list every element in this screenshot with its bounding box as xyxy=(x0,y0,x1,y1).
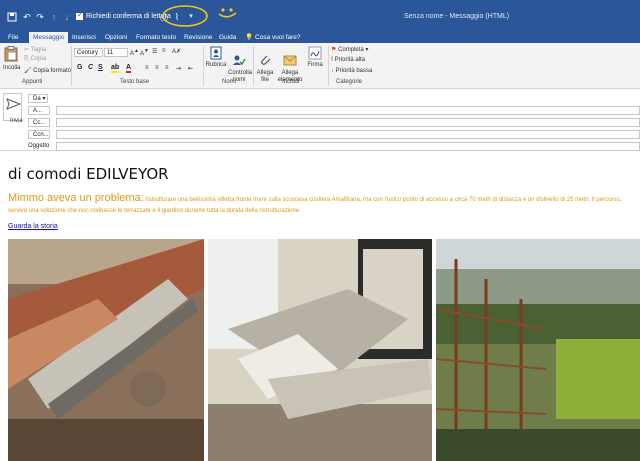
customize-toolbar-icon[interactable]: ▾ xyxy=(186,12,196,22)
group-clipboard-label: Appunti xyxy=(22,79,43,85)
paste-label[interactable]: Incolla xyxy=(3,65,20,71)
follow-up-button[interactable]: ⚑ Completa ▾ xyxy=(331,46,368,53)
brush-icon: 🖌 xyxy=(24,68,32,74)
copy-button[interactable]: ⎘ Copia xyxy=(24,56,46,63)
to-button[interactable]: A... xyxy=(28,106,50,115)
divider xyxy=(253,46,254,86)
redo-icon[interactable]: ↷ xyxy=(35,12,45,22)
align-right-icon[interactable]: ≡ xyxy=(165,65,169,71)
bcc-button[interactable]: Ccn... xyxy=(28,130,50,139)
font-name-dropdown[interactable]: Century xyxy=(74,48,103,57)
bold-button[interactable]: G xyxy=(77,64,82,71)
high-priority-icon: ! xyxy=(331,57,333,63)
scissors-icon: ✂ xyxy=(24,47,30,53)
cc-field[interactable] xyxy=(56,118,640,127)
brand-heading: di comodi EDILVEYOR xyxy=(8,165,169,183)
paste-button[interactable] xyxy=(2,46,20,64)
low-priority-button[interactable]: ↓ Priorità bassa xyxy=(331,68,372,74)
handwritten-smiley-icon xyxy=(218,8,237,18)
numbering-icon[interactable]: ≡ xyxy=(162,48,166,54)
outdent-icon[interactable]: ⇤ xyxy=(188,65,193,72)
save-icon[interactable] xyxy=(7,12,17,22)
signature-button[interactable]: Firma xyxy=(306,46,324,68)
bullets-icon[interactable]: ☰ xyxy=(152,48,157,55)
subject-field[interactable] xyxy=(56,142,640,151)
format-painter-button[interactable]: 🖌 Copia formato xyxy=(24,67,71,74)
lead-strong: Mimmo aveva un problema: xyxy=(8,192,144,204)
send-icon xyxy=(6,98,22,110)
tab-insert[interactable]: Inserisci xyxy=(72,32,96,43)
group-names-label: Nomi xyxy=(222,79,237,85)
send-button[interactable]: Invia xyxy=(3,93,23,124)
address-book-button[interactable]: Rubrica xyxy=(205,46,227,68)
photo-rubble-stairs xyxy=(8,239,204,461)
tab-review[interactable]: Revisione xyxy=(184,32,213,43)
lightbulb-icon: 💡 xyxy=(245,34,254,41)
message-headers: Invia Da ▾ A... Cc... Ccn... Oggetto xyxy=(0,89,640,151)
align-left-icon[interactable]: ≡ xyxy=(145,65,149,71)
grow-font-icon[interactable]: A▲ xyxy=(130,48,139,57)
clipboard-icon xyxy=(4,46,18,62)
down-arrow-icon[interactable]: ↓ xyxy=(62,12,72,22)
signature-icon xyxy=(308,46,322,60)
font-size-dropdown[interactable]: 11 xyxy=(104,48,128,57)
font-color-icon[interactable]: A xyxy=(126,64,132,73)
shrink-font-icon[interactable]: A▼ xyxy=(140,48,149,57)
attach-icon[interactable]: ⎙ xyxy=(159,12,169,22)
tell-me-search[interactable]: Cosa vuoi fare? xyxy=(255,32,301,43)
ribbon: Incolla ✂ Taglia ⎘ Copia 🖌 Copia formato… xyxy=(0,43,640,89)
lead-paragraph: Mimmo aveva un problema: ristrutturare u… xyxy=(8,193,640,217)
window-title: Senza nome - Messaggio (HTML) xyxy=(404,13,510,20)
bcc-field[interactable] xyxy=(56,130,640,139)
from-button[interactable]: Da ▾ xyxy=(28,94,48,103)
subject-label: Oggetto xyxy=(28,143,50,149)
attach-file-button[interactable]: Allega file xyxy=(256,46,274,91)
group-include-label: Includi xyxy=(282,79,300,85)
message-body[interactable]: di comodi EDILVEYOR Mimmo aveva un probl… xyxy=(0,151,640,461)
tab-file[interactable]: File xyxy=(8,32,18,43)
group-tags-label: Categorie xyxy=(336,79,363,85)
title-bar: ↶ ↷ ↑ ↓ Richiedi conferma di lettura ⎙ ⌇… xyxy=(0,0,640,31)
copy-icon: ⎘ xyxy=(24,56,29,62)
tab-help[interactable]: Guida xyxy=(219,32,236,43)
low-priority-icon: ↓ xyxy=(331,68,334,74)
group-basic-text-label: Testo base xyxy=(120,79,150,85)
envelope-icon xyxy=(283,55,297,66)
align-center-icon[interactable]: ≡ xyxy=(155,65,159,71)
tab-format-text[interactable]: Formato testo xyxy=(136,32,176,43)
highlight-icon[interactable]: ab xyxy=(111,64,120,73)
tab-options[interactable]: Opzioni xyxy=(105,32,127,43)
paperclip-icon xyxy=(261,55,271,65)
divider xyxy=(203,46,204,86)
italic-button[interactable]: C xyxy=(88,64,93,71)
paperclip-icon[interactable]: ⌇ xyxy=(172,12,182,22)
ribbon-tabs: File Messaggio Inserisci Opzioni Formato… xyxy=(0,31,640,43)
photo-garden-scaffolding xyxy=(436,239,640,461)
cut-button[interactable]: ✂ Taglia xyxy=(24,46,46,53)
story-link[interactable]: Guarda la storia xyxy=(8,223,58,230)
cc-button[interactable]: Cc... xyxy=(28,118,50,127)
check-names-icon xyxy=(233,55,246,66)
to-field[interactable] xyxy=(56,106,640,115)
photo-collapsed-window xyxy=(208,239,432,461)
clear-format-icon[interactable]: A✗ xyxy=(172,48,181,55)
up-arrow-icon[interactable]: ↑ xyxy=(49,12,59,22)
high-priority-button[interactable]: ! Priorità alta xyxy=(331,57,365,63)
address-book-icon xyxy=(210,46,222,60)
read-receipt-checkbox[interactable] xyxy=(76,11,83,20)
indent-icon[interactable]: ⇥ xyxy=(176,65,181,72)
underline-button[interactable]: S xyxy=(98,64,103,71)
flag-icon: ⚑ xyxy=(331,47,337,53)
undo-icon[interactable]: ↶ xyxy=(22,12,32,22)
tab-message[interactable]: Messaggio xyxy=(29,32,69,43)
divider xyxy=(71,46,72,86)
divider xyxy=(328,46,329,86)
